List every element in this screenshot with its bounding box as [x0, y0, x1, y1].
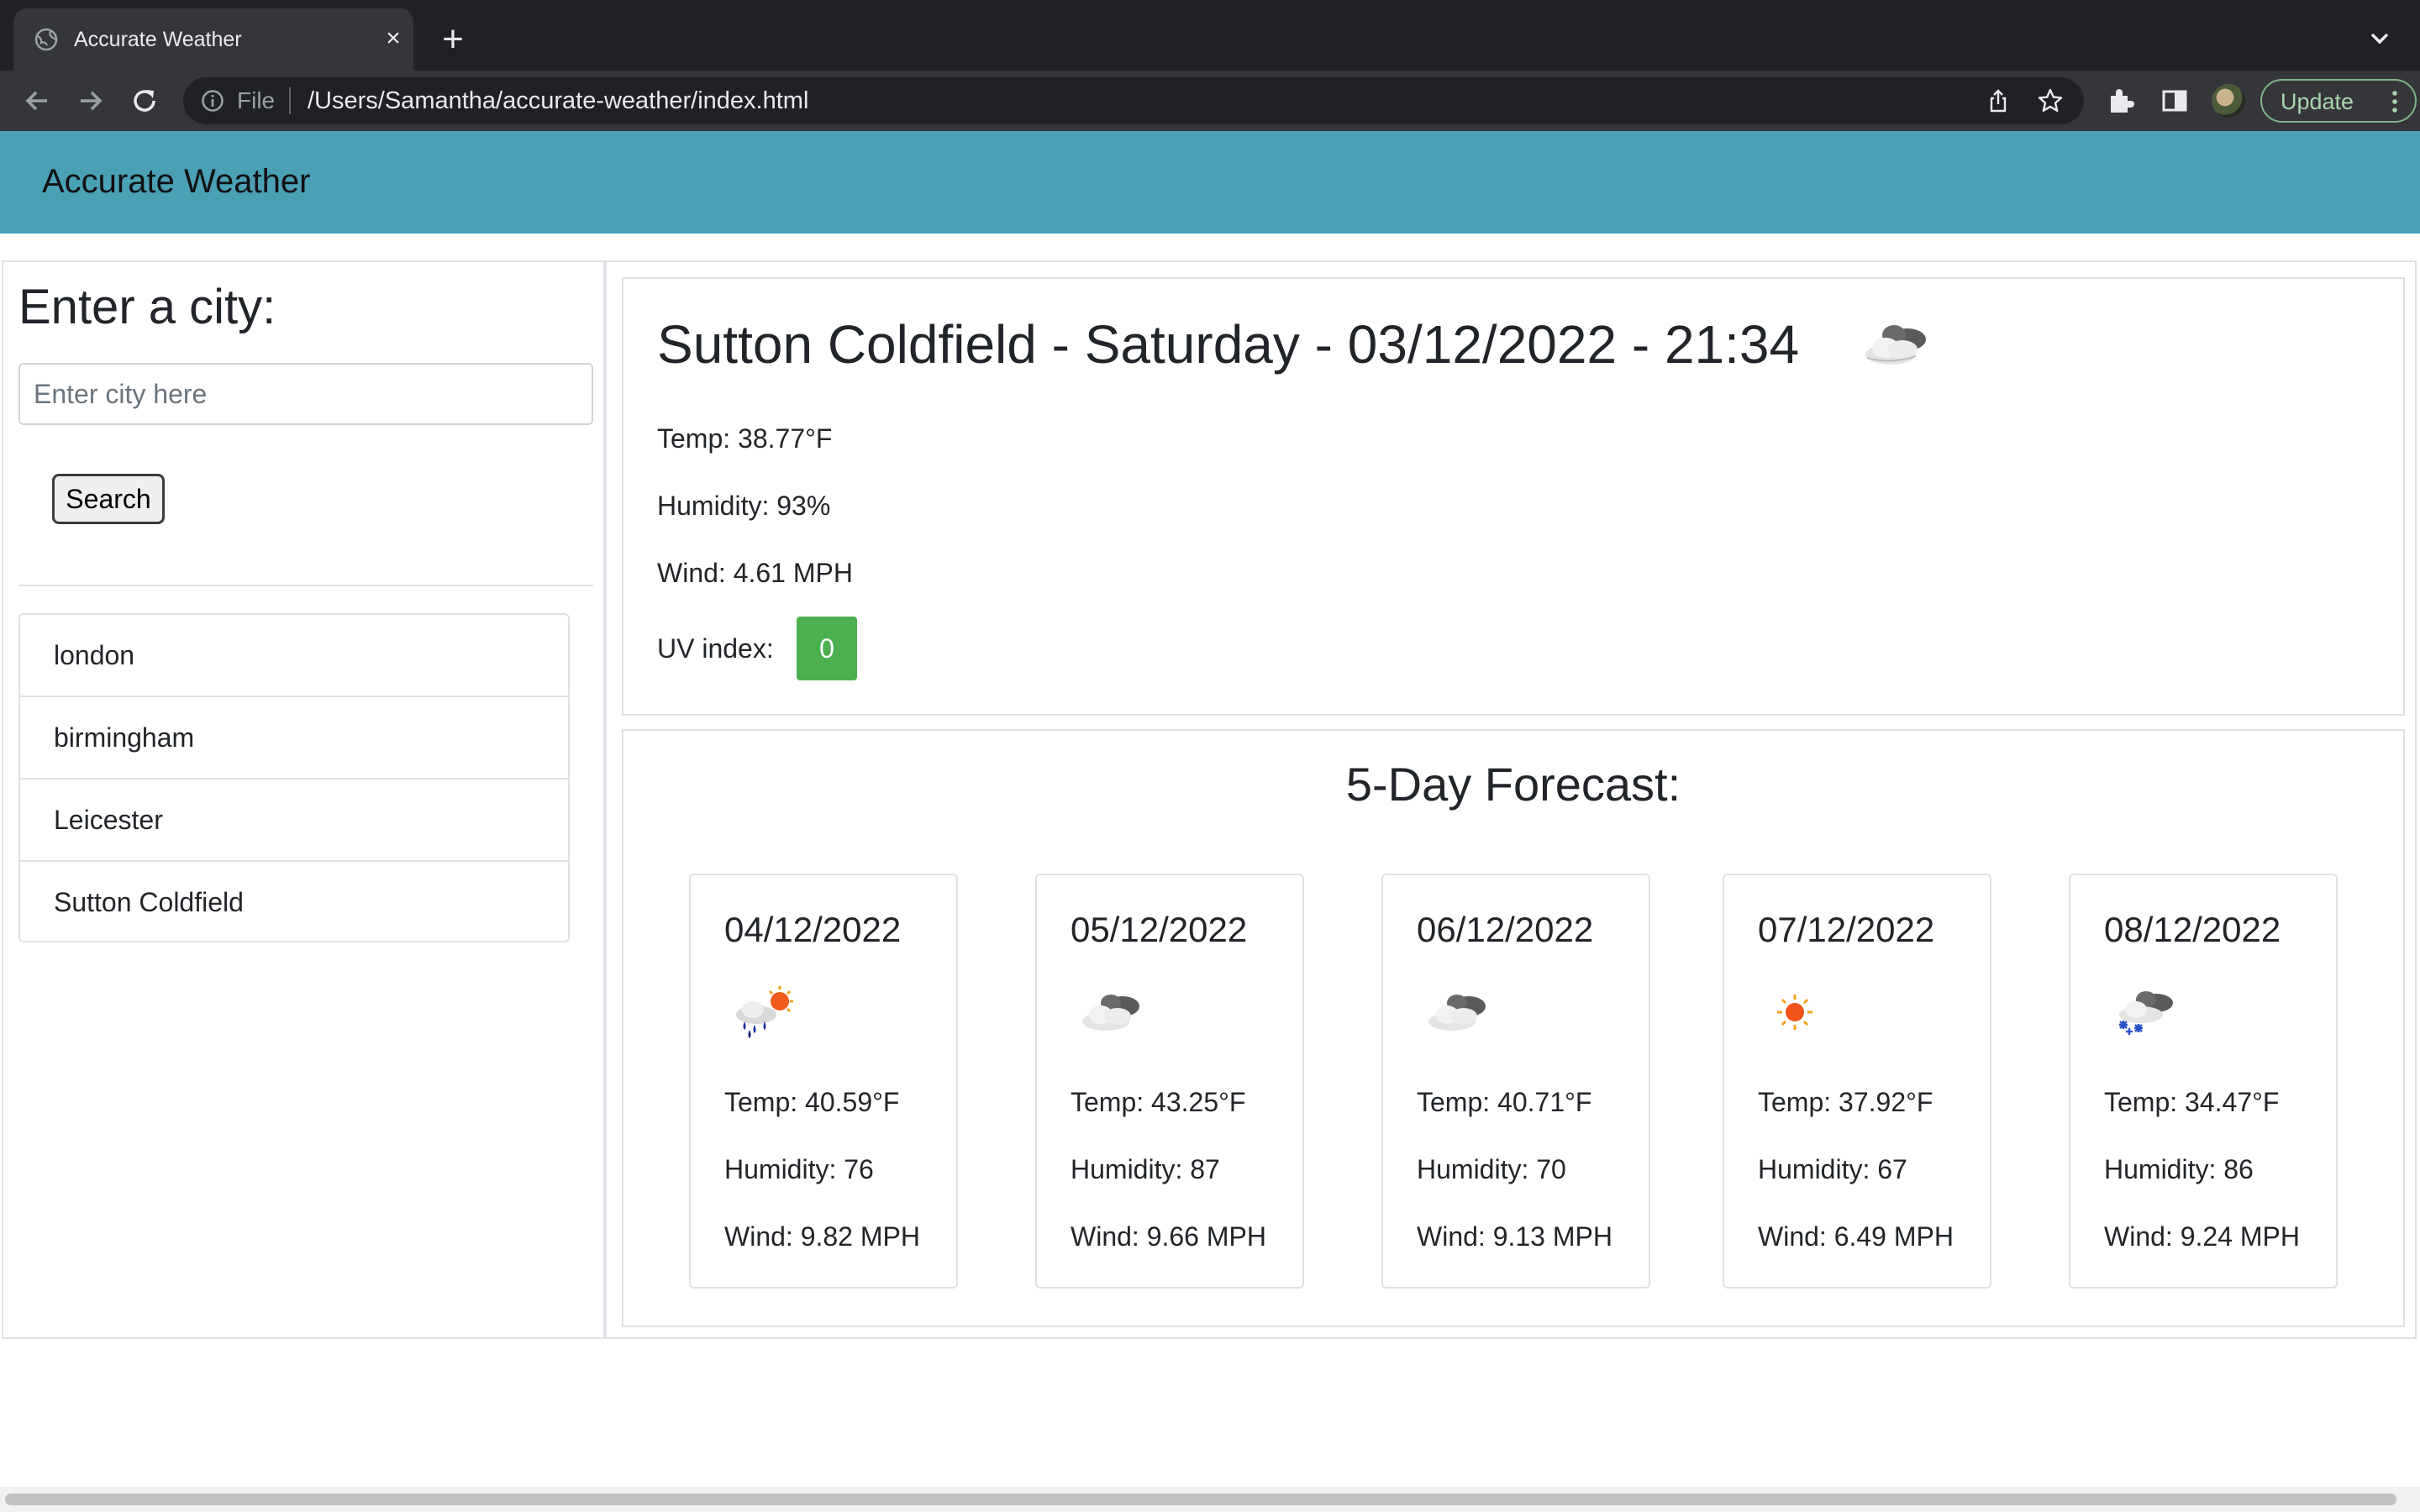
forecast-temp: Temp: 34.47°F — [2104, 1087, 2280, 1117]
scrollbar-thumb[interactable] — [5, 1494, 2396, 1505]
forecast-temp: Temp: 40.71°F — [1417, 1087, 1592, 1117]
forecast-temp: Temp: 43.25°F — [1071, 1087, 1246, 1117]
horizontal-scrollbar[interactable] — [0, 1487, 2420, 1512]
divider — [18, 585, 593, 586]
forecast-day-card: 07/12/2022 Temp: 37.92°F Humidity: 67 Wi… — [1723, 874, 1991, 1289]
forecast-day-card: 06/12/2022 Temp: 40.71°F Humidity: 70 Wi… — [1381, 874, 1650, 1289]
current-weather-heading: Sutton Coldfield - Saturday - 03/12/2022… — [657, 314, 1800, 375]
file-scheme-label: File — [237, 87, 276, 113]
cloudy-icon — [1865, 325, 1926, 365]
city-search-input[interactable] — [18, 363, 593, 425]
search-button[interactable]: Search — [52, 474, 165, 524]
plus-icon[interactable]: + — [434, 20, 472, 59]
forecast-section: 5-Day Forecast: 04/12/2022 Temp: 40.59°F… — [622, 729, 2405, 1327]
share-icon[interactable] — [1985, 87, 2012, 114]
rain-sun-icon — [736, 986, 793, 1038]
current-temp: Temp: 38.77°F — [657, 423, 833, 454]
forecast-wind: Wind: 9.24 MPH — [2104, 1221, 2300, 1252]
forecast-date: 06/12/2022 — [1417, 910, 1594, 949]
uv-index-badge: 0 — [797, 617, 857, 680]
address-separator — [289, 87, 291, 114]
forecast-temp: Temp: 37.92°F — [1758, 1087, 1933, 1117]
profile-avatar[interactable] — [2212, 84, 2245, 118]
forecast-humidity: Humidity: 67 — [1758, 1154, 1907, 1184]
forecast-wind: Wind: 9.13 MPH — [1417, 1221, 1612, 1252]
browser-tab[interactable]: Accurate Weather × — [13, 8, 413, 71]
search-history-list: london birmingham Leicester Sutton Coldf… — [18, 613, 570, 942]
search-heading: Enter a city: — [18, 280, 276, 334]
forecast-day-card: 04/12/2022 Temp: 40.59°F Humidity: 76 Wi… — [689, 874, 958, 1289]
forecast-wind: Wind: 9.66 MPH — [1071, 1221, 1266, 1252]
sun-icon — [1777, 995, 1812, 1030]
cloudy-icon — [1428, 995, 1486, 1031]
forecast-wind: Wind: 9.82 MPH — [724, 1221, 920, 1252]
forecast-day-card: 08/12/2022 Temp: 34.47°F Humidity: 86 Wi… — [2069, 874, 2338, 1289]
site-header: Accurate Weather — [0, 131, 2420, 234]
reload-icon[interactable] — [126, 82, 163, 119]
update-label: Update — [2281, 89, 2354, 114]
extensions-icon[interactable] — [2106, 86, 2136, 116]
back-arrow-icon[interactable] — [18, 82, 55, 119]
forecast-title: 5-Day Forecast: — [1345, 758, 1681, 811]
current-weather-card: Sutton Coldfield - Saturday - 03/12/2022… — [622, 277, 2405, 716]
chevron-down-icon[interactable] — [2363, 22, 2396, 55]
update-button[interactable]: Update — [2260, 79, 2417, 123]
star-icon[interactable] — [2037, 87, 2064, 114]
url-text[interactable]: /Users/Samantha/accurate-weather/index.h… — [308, 87, 808, 115]
forecast-day-card: 05/12/2022 Temp: 43.25°F Humidity: 87 Wi… — [1035, 874, 1304, 1289]
site-title: Accurate Weather — [42, 163, 311, 200]
snow-cloud-icon — [2119, 991, 2173, 1035]
close-icon[interactable]: × — [378, 24, 408, 54]
browser-toolbar: File /Users/Samantha/accurate-weather/in… — [0, 71, 2420, 131]
forecast-wind: Wind: 6.49 MPH — [1758, 1221, 1954, 1252]
forecast-temp: Temp: 40.59°F — [724, 1087, 900, 1117]
forecast-humidity: Humidity: 87 — [1071, 1154, 1220, 1184]
globe-icon — [34, 28, 58, 51]
search-panel: Enter a city: Search london birmingham L… — [2, 260, 605, 1339]
history-item[interactable]: Sutton Coldfield — [20, 862, 568, 941]
side-panel-icon[interactable] — [2160, 86, 2190, 116]
browser-tabstrip: Accurate Weather × + — [0, 0, 2420, 71]
forecast-humidity: Humidity: 76 — [724, 1154, 874, 1184]
current-wind: Wind: 4.61 MPH — [657, 558, 853, 588]
forecast-date: 04/12/2022 — [724, 910, 902, 949]
forecast-humidity: Humidity: 70 — [1417, 1154, 1566, 1184]
forward-arrow-icon[interactable] — [72, 82, 109, 119]
current-humidity: Humidity: 93% — [657, 491, 831, 521]
address-bar[interactable]: File /Users/Samantha/accurate-weather/in… — [183, 77, 2084, 124]
info-icon[interactable] — [200, 88, 225, 113]
forecast-date: 08/12/2022 — [2104, 910, 2281, 949]
history-item[interactable]: Leicester — [20, 780, 568, 862]
kebab-menu-icon[interactable] — [2386, 89, 2403, 114]
history-item[interactable]: birmingham — [20, 697, 568, 780]
forecast-date: 05/12/2022 — [1071, 910, 1248, 949]
cloudy-icon — [1082, 995, 1139, 1031]
forecast-date: 07/12/2022 — [1758, 910, 1935, 949]
weather-panel: Sutton Coldfield - Saturday - 03/12/2022… — [605, 260, 2417, 1339]
forecast-humidity: Humidity: 86 — [2104, 1154, 2254, 1184]
tab-title: Accurate Weather — [74, 28, 242, 51]
uv-index-label: UV index: — [657, 633, 774, 664]
history-item[interactable]: london — [20, 615, 568, 697]
